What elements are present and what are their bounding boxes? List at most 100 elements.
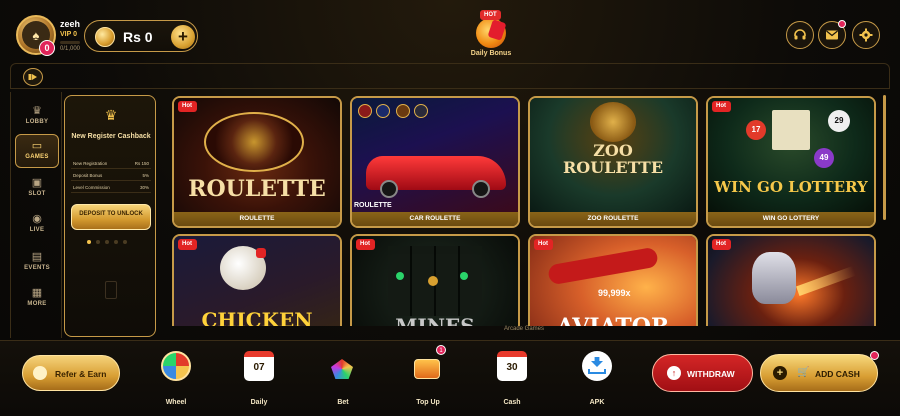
scrollbar[interactable] [883, 95, 886, 220]
crown-icon: ♛ [104, 107, 118, 123]
nav-label: LIVE [29, 227, 45, 233]
bottom-nav-cash[interactable]: 30 Cash [490, 351, 534, 411]
game-tile-chicken[interactable]: CHICKEN Hot [172, 234, 342, 326]
add-cash-button[interactable]: + 🛒 ADD CASH [760, 351, 879, 392]
vip-progress-text: 0/1,000 [60, 46, 81, 52]
headset-icon [794, 29, 806, 40]
category-label: Arcade Games [504, 326, 545, 332]
nav-games[interactable]: ▭ GAMES [15, 134, 59, 168]
nav-live[interactable]: ◉ LIVE [15, 208, 59, 242]
play-button[interactable] [23, 68, 43, 86]
game-art-title: MINES [395, 314, 475, 326]
nav-lobby[interactable]: ♛ LOBBY [15, 100, 59, 134]
win-go-lottery-art: 17 29 49 WIN GO LOTTERY [708, 98, 874, 212]
jet-trail-icon [796, 266, 856, 296]
carousel-dot[interactable] [114, 240, 118, 244]
avatar-badge: 0 [39, 40, 55, 56]
aviator-art: 99,999x AVIATOR [530, 236, 696, 326]
brand-logo-icon [358, 104, 372, 118]
promo-row-value: 5% [142, 173, 149, 178]
bottom-nav-label: APK [589, 399, 605, 406]
vip-level: VIP 0 [60, 31, 77, 38]
hot-badge: Hot [178, 101, 197, 112]
vip-progress-bar [60, 41, 80, 44]
promo-row: Level Commission 30% [71, 182, 151, 193]
game-art-title: WIN GO LOTTERY [714, 178, 868, 196]
lottery-ball-icon: 49 [814, 148, 834, 168]
brand-logo-icon [376, 104, 390, 118]
bottom-nav-daily[interactable]: 07 Daily [237, 351, 281, 411]
refer-icon [33, 366, 47, 380]
bottom-nav-apk[interactable]: APK [575, 351, 619, 411]
aviator-multiplier: 99,999x [598, 288, 631, 298]
game-tile-zoo-roulette[interactable]: ZOO ROULETTE ZOO ROULETTE [528, 96, 698, 228]
game-tile-mines[interactable]: MINES Hot [350, 234, 520, 326]
nav-slot[interactable]: ▣ SLOT [15, 172, 59, 206]
wheel-icon [161, 351, 191, 381]
lottery-ball-icon: 29 [828, 110, 850, 132]
promo-row-key: Deposit Bonus [73, 173, 103, 178]
coin-icon [95, 27, 115, 47]
gem-icon [331, 359, 353, 379]
game-name: ROULETTE [174, 212, 340, 226]
nav-more[interactable]: ▦ MORE [15, 282, 59, 316]
lion-icon [590, 102, 636, 142]
mail-button[interactable] [818, 20, 846, 49]
bomb-icon [428, 276, 438, 286]
balance-pill: Rs 0 + [84, 20, 198, 52]
airplane-icon [547, 246, 659, 286]
gear-icon [859, 28, 873, 42]
game-art-title: AVIATOR [530, 314, 696, 326]
carousel-dot[interactable] [105, 240, 109, 244]
bottom-nav-top-up[interactable]: 1 Top Up [406, 345, 450, 411]
withdraw-label: WITHDRAW [687, 369, 735, 379]
space-game-art [708, 236, 874, 326]
add-cash-label: ADD CASH [815, 369, 860, 379]
car-roulette-art: ROULETTE [352, 98, 518, 212]
carousel-dot[interactable] [96, 240, 100, 244]
slot-icon: ▣ [31, 177, 43, 189]
carousel-dot[interactable] [87, 240, 91, 244]
promo-row: New Registration Rs 150 [71, 158, 151, 169]
daily-bonus-button[interactable]: HOT Daily Bonus [470, 10, 512, 60]
game-tile-space-jump[interactable]: Hot [706, 234, 876, 326]
carousel-dot[interactable] [123, 240, 127, 244]
game-tile-car-roulette[interactable]: ROULETTE CAR ROULETTE [350, 96, 520, 228]
game-tile-roulette[interactable]: ROULETTE Hot ROULETTE [172, 96, 342, 228]
zoo-roulette-art: ZOO ROULETTE [530, 98, 696, 212]
cashback-promo-card[interactable]: ♛ New Register Cashback New Registration… [64, 95, 156, 337]
game-name: CAR ROULETTE [352, 212, 518, 226]
game-tile-win-go-lottery[interactable]: 17 29 49 WIN GO LOTTERY Hot WIN GO LOTTE… [706, 96, 876, 228]
left-nav: ♛ LOBBY ▭ GAMES ▣ SLOT ◉ LIVE ▤ EVENTS ▦… [10, 92, 62, 338]
gem-icon [460, 272, 468, 280]
nav-label: LOBBY [25, 119, 49, 125]
promo-title: New Register Cashback [71, 133, 151, 140]
game-tile-aviator[interactable]: 99,999x AVIATOR Hot [528, 234, 698, 326]
hot-badge: Hot [712, 239, 731, 250]
gift-icon [476, 18, 506, 48]
grid-icon: ▦ [31, 287, 43, 299]
notification-dot [870, 351, 879, 360]
bottom-nav-bet[interactable]: Bet [321, 351, 365, 411]
bottom-nav-label: Top Up [416, 399, 440, 406]
deposit-to-unlock-button[interactable]: DEPOSIT TO UNLOCK [71, 204, 151, 230]
settings-button[interactable] [852, 21, 880, 49]
download-icon [582, 351, 612, 381]
add-balance-button[interactable]: + [171, 25, 195, 49]
promo-row: Deposit Bonus 5% [71, 170, 151, 181]
app-root: ♠ 0 zeeh VIP 0 0/1,000 Rs 0 + HOT Daily … [0, 0, 900, 416]
withdraw-button[interactable]: ↑ WITHDRAW [652, 354, 753, 392]
live-icon: ◉ [32, 213, 42, 225]
hot-badge: Hot [712, 101, 731, 112]
refer-and-earn-button[interactable]: Refer & Earn [22, 355, 120, 391]
nav-label: EVENTS [24, 265, 50, 271]
brand-logo-icon [414, 104, 428, 118]
bottom-nav-wheel[interactable]: Wheel [154, 351, 198, 411]
treasure-chest-icon [414, 359, 440, 379]
support-button[interactable] [786, 21, 814, 49]
bottom-nav-label: Wheel [165, 399, 187, 406]
nav-events[interactable]: ▤ EVENTS [15, 246, 59, 280]
refer-label: Refer & Earn [55, 369, 107, 379]
phone-icon [105, 281, 117, 299]
game-art-title: ROULETTE [188, 176, 326, 202]
